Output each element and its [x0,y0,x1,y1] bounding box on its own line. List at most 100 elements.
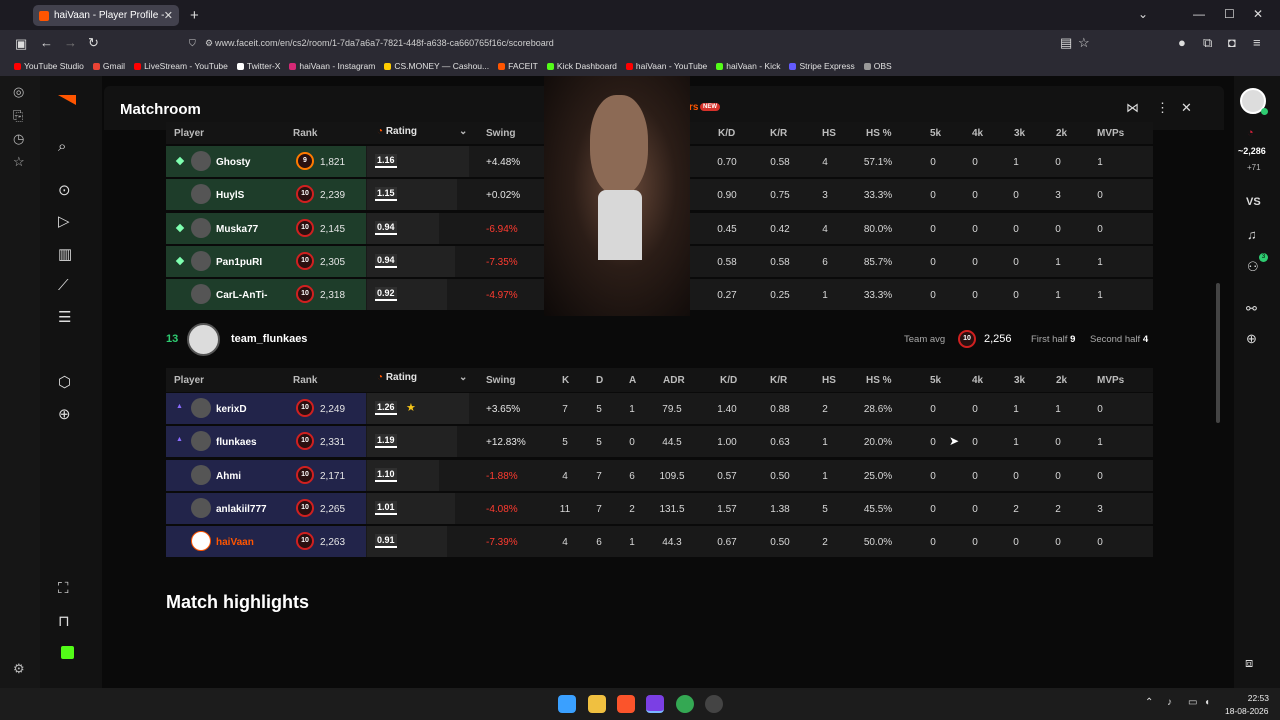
chevron-down-icon[interactable]: ⌄ [459,126,467,137]
minimize-icon[interactable]: — [1193,7,1205,21]
clock-time[interactable]: 22:53 [1229,693,1269,703]
tray-chevron-icon[interactable]: ⌃ [1145,697,1153,708]
reader-view-icon[interactable]: ▤ [1060,35,1072,51]
player-name[interactable]: Pan1puRI [216,257,262,268]
avatar[interactable] [191,497,211,518]
extensions-icon[interactable]: ⧉ [1203,35,1212,51]
add-friend-icon[interactable]: ⊕ [1246,331,1257,347]
bookmark-twitter[interactable]: Twitter-X [236,61,280,71]
hs-value: 1 [822,470,828,482]
bookmark-stripe[interactable]: Stripe Express [789,61,855,71]
history-icon[interactable]: ◷ [13,131,24,147]
volume-icon[interactable]: ◖ [1204,697,1210,708]
party-icon[interactable]: ⚯ [1246,301,1257,317]
close-matchroom-icon[interactable]: ✕ [1181,100,1192,116]
windows-start-icon[interactable] [558,695,576,713]
team2-name[interactable]: team_flunkaes [231,333,307,345]
browser-tab[interactable]: haiVaan - Player Profile - FACEIT ✕ [33,5,179,26]
back-icon[interactable]: ← [40,35,53,50]
sidebar-toggle-icon[interactable]: ▣ [15,36,27,52]
faceit-logo-icon[interactable] [58,95,76,105]
player-name[interactable]: CarL-AnTi- [216,290,267,301]
scrollbar[interactable] [1216,283,1220,423]
ai-chat-icon[interactable]: ◎ [13,84,24,100]
tabs-icon[interactable]: ⎘ [13,108,23,124]
forward-icon[interactable]: → [64,35,77,50]
mic-icon[interactable]: ♪ [1167,697,1172,708]
player-name[interactable]: kerixD [216,404,247,415]
more-options-icon[interactable]: ⋮ [1156,100,1169,116]
avatar[interactable] [191,217,211,238]
bookmark-gmail[interactable]: Gmail [92,61,125,71]
player-name[interactable]: Ahmi [216,471,241,482]
notifications-icon[interactable]: ♫ [1247,227,1257,242]
reload-icon[interactable]: ↻ [88,35,99,51]
tab-list-icon[interactable]: ⌄ [1138,7,1148,21]
extension-icon[interactable]: ● [1178,35,1186,50]
mvps-value: 1 [1097,290,1103,302]
player-name[interactable]: haiVaan [216,537,254,548]
close-tab-icon[interactable]: ✕ [164,9,173,22]
player-name[interactable]: HuylS [216,190,244,201]
avatar[interactable] [191,151,211,171]
menu-icon[interactable]: ≡ [1253,35,1261,50]
hs-value: 4 [822,223,828,235]
window-close-icon[interactable]: ✕ [1253,7,1263,21]
brave-icon[interactable] [617,695,635,713]
tab-partial-label[interactable]: rs [689,102,698,113]
address-bar[interactable]: ⛉ ⚙ www.faceit.com/en/cs2/room/1-7da7a6a… [183,34,1103,52]
col-kd: K/D [720,375,738,386]
list-icon[interactable]: ☰ [58,308,71,326]
network-icon[interactable]: ▭ [1188,697,1197,708]
bookmark-youtube-studio[interactable]: YouTube Studio [14,61,84,71]
2k-value: 0 [1055,537,1061,549]
friends-icon[interactable]: ⚇ [1247,259,1259,275]
bookmark-star-icon[interactable]: ☆ [1078,35,1090,51]
bookmark-csmoney[interactable]: CS.MONEY — Cashou... [384,61,489,71]
profile-extension-icon[interactable]: ◘ [1228,35,1236,50]
player-name[interactable]: Ghosty [216,157,250,168]
bookmark-livestream[interactable]: LiveStream - YouTube [134,61,228,71]
player-name[interactable]: flunkaes [216,437,257,448]
5k-value: 0 [930,157,936,168]
bookmark-instagram[interactable]: haiVaan - Instagram [289,61,375,71]
file-explorer-icon[interactable] [588,695,606,713]
chrome-icon[interactable] [676,695,694,713]
search-icon[interactable]: ⌕ [58,138,66,155]
vs-button[interactable]: VS [1246,196,1261,208]
customize-sidebar-icon[interactable]: ⚙ [13,661,25,677]
rating-value: 0.94 [375,253,397,268]
bookmark-obs[interactable]: OBS [863,61,892,71]
obs-icon[interactable] [705,695,723,713]
avatar[interactable] [191,464,211,485]
maximize-icon[interactable]: ☐ [1224,7,1235,21]
bookmark-faceit[interactable]: FACEIT [498,61,538,71]
create-icon[interactable]: ⊕ [58,405,71,423]
3k-value: 2 [1013,503,1019,515]
shop-icon[interactable]: ⊓ [58,612,70,630]
bookmark-kick[interactable]: haiVaan - Kick [716,61,780,71]
firefox-icon[interactable] [646,695,664,713]
clubs-icon[interactable]: ⬡ [58,373,71,391]
kick-extension-icon[interactable] [61,646,74,659]
new-tab-icon[interactable]: + [190,7,199,24]
leaderboard-icon[interactable]: ▥ [58,245,72,263]
col-rating[interactable]: ◔ Rating [377,126,417,137]
bookmark-kick-dashboard[interactable]: Kick Dashboard [546,61,617,71]
play-icon[interactable]: ▷ [58,212,70,230]
collapse-sidebar-icon[interactable]: ⧈ [1245,655,1253,671]
avatar[interactable] [191,250,211,271]
avatar[interactable] [191,398,211,418]
chevron-down-icon[interactable]: ⌄ [459,372,467,383]
focus-icon[interactable]: ⛶ [58,580,69,597]
player-name[interactable]: Muska77 [216,224,258,235]
find-players-icon[interactable]: ⊙ [58,181,71,199]
hs-percent-value: 20.0% [863,437,893,449]
stats-icon[interactable]: ⟋ [58,277,69,294]
share-icon[interactable]: ⋈ [1126,100,1139,116]
col-rating[interactable]: ◔ Rating [377,372,417,383]
clock-date[interactable]: 18-08-2026 [1225,706,1268,716]
bookmark-youtube[interactable]: haiVaan - YouTube [625,61,707,71]
player-name[interactable]: anlakiil777 [216,504,267,515]
bookmarks-icon[interactable]: ☆ [13,154,25,170]
